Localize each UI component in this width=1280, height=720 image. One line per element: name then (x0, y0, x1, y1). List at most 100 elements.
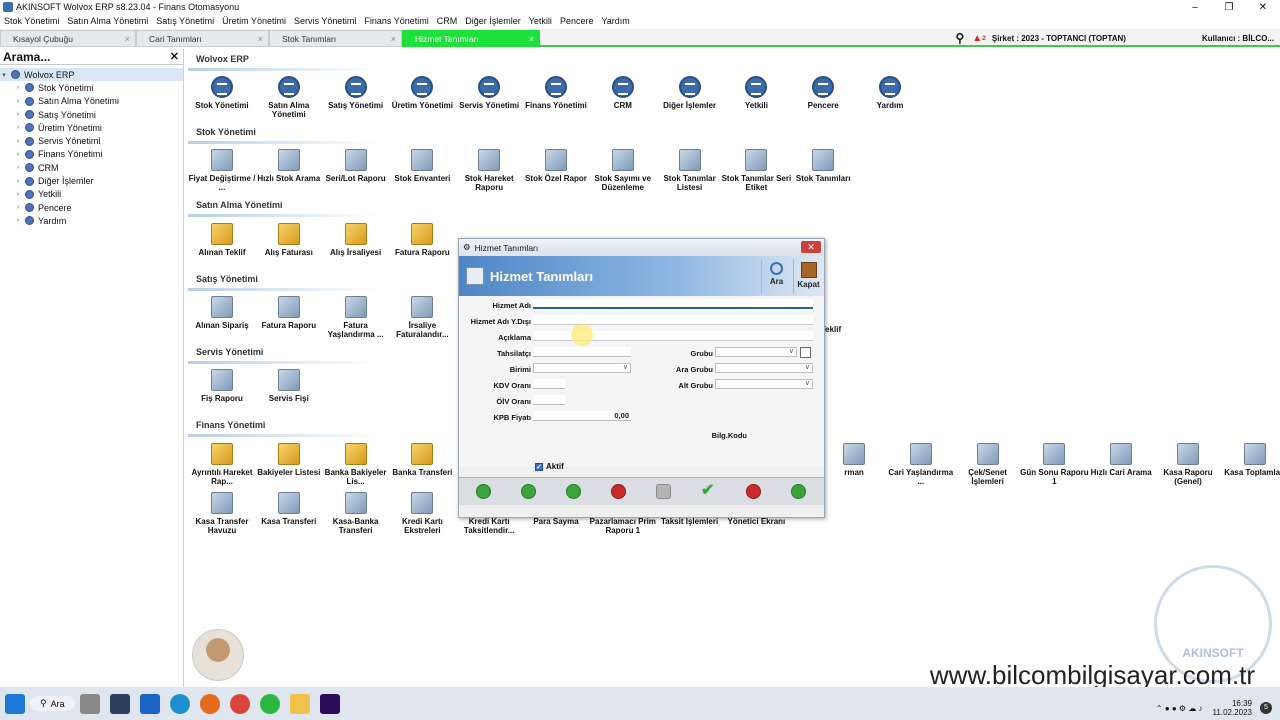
shortcut-item[interactable]: Kasa-Banka Transferi (321, 492, 391, 535)
dialog-close-button[interactable]: ✕ (801, 241, 821, 253)
taskbar-search[interactable]: ⚲ Ara (30, 696, 75, 711)
expand-icon[interactable]: › (14, 138, 22, 145)
menu-stok[interactable]: Stok Yönetimi (0, 16, 63, 26)
menu-yetkili[interactable]: Yetkili (525, 16, 556, 26)
tree-item-stok[interactable]: › Stok Yönetimi (0, 81, 183, 94)
folder-icon[interactable] (289, 693, 310, 714)
whatsapp-icon[interactable] (259, 693, 280, 714)
start-icon[interactable] (5, 693, 25, 714)
grubu-lookup-button[interactable] (800, 347, 811, 358)
shortcut-item[interactable]: Satın Alma Yönetimi (254, 76, 324, 119)
shortcut-item[interactable]: İrsaliye Faturalandır... (387, 296, 457, 339)
tahsilatci-input[interactable] (533, 347, 631, 357)
shortcut-item[interactable]: Fiş Raporu (187, 369, 257, 403)
shortcut-item[interactable]: Cari Yaşlandırma ... (886, 443, 956, 486)
shortcut-item[interactable]: Stok Envanteri (387, 149, 457, 183)
tree-item-yardim[interactable]: › Yardım (0, 214, 183, 227)
shortcut-item[interactable]: Banka Bakiyeler Lis... (321, 443, 391, 486)
kpb-input[interactable]: 0,00 (533, 411, 631, 421)
menu-servis[interactable]: Servis Yönetimi (290, 16, 360, 26)
shortcut-item[interactable]: Stok Özel Rapor (521, 149, 591, 183)
wolvox-icon[interactable] (109, 693, 130, 714)
menu-pencere[interactable]: Pencere (556, 16, 598, 26)
save-icon[interactable]: ✔ (701, 483, 716, 499)
tab-hizmet[interactable]: Hizmet Tanımları × (402, 30, 540, 47)
shortcut-item[interactable]: Alınan Sipariş (187, 296, 257, 330)
expand-icon[interactable]: › (14, 151, 22, 158)
alt-grubu-select[interactable] (715, 379, 813, 389)
hizmet-adi-input[interactable] (533, 299, 813, 309)
menu-finans[interactable]: Finans Yönetimi (360, 16, 432, 26)
tree-item-uretim[interactable]: › Üretim Yönetimi (0, 121, 183, 134)
shortcut-item[interactable]: Pencere (788, 76, 858, 110)
tree-item-satinalma[interactable]: › Satın Alma Yönetimi (0, 95, 183, 108)
menu-satis[interactable]: Satış Yönetimi (152, 16, 218, 26)
tree-item-servis[interactable]: › Servis Yönetimi (0, 134, 183, 147)
shortcut-item[interactable]: Gün Sonu Raporu 1 (1019, 443, 1089, 486)
tree-root[interactable]: ▾ Wolvox ERP (0, 68, 183, 82)
notification-badge[interactable]: 5 (1260, 702, 1272, 714)
kdv-input[interactable] (533, 379, 565, 389)
shortcut-item[interactable]: CRM (588, 76, 658, 110)
minimize-button[interactable]: – (1178, 0, 1212, 14)
shortcut-item[interactable]: Finans Yönetimi (521, 76, 591, 110)
close-icon[interactable]: ✕ (170, 50, 179, 63)
shortcut-item[interactable]: Alınan Teklif (187, 223, 257, 257)
ara-grubu-select[interactable] (715, 363, 813, 373)
delete-icon[interactable] (611, 484, 626, 499)
shortcut-item[interactable]: Kasa Raporu (Genel) (1153, 443, 1223, 486)
aktif-checkbox[interactable]: ✓ Aktif (535, 462, 564, 471)
tab-close-icon[interactable]: × (529, 34, 534, 44)
tab-close-icon[interactable]: × (391, 34, 396, 44)
refresh-icon[interactable] (791, 484, 806, 499)
premiere-icon[interactable] (319, 693, 340, 714)
shortcut-item[interactable]: Kasa Toplamları (1220, 443, 1280, 477)
shortcut-item[interactable]: Fatura Raporu (254, 296, 324, 330)
search-icon[interactable]: ⚲ (955, 31, 964, 45)
shortcut-item[interactable]: Seri/Lot Raporu (321, 149, 391, 183)
shortcut-item[interactable]: Yardım (855, 76, 925, 110)
menu-diger[interactable]: Diğer İşlemler (461, 16, 525, 26)
expand-icon[interactable]: › (14, 204, 22, 211)
tab-kisayol[interactable]: Kısayol Çubuğu × (0, 30, 136, 47)
shortcut-item[interactable]: Kasa Transferi (254, 492, 324, 526)
shortcut-item[interactable]: Stok Yönetimi (187, 76, 257, 110)
shortcut-item[interactable]: Stok Tanımlar Seri Etiket (721, 149, 791, 192)
sidebar-search[interactable]: Arama... ✕ (0, 49, 183, 65)
expand-icon[interactable]: › (14, 98, 22, 105)
collapse-icon[interactable]: ▾ (0, 71, 8, 79)
tray-icons[interactable]: ⌃ ● ● ⚙ ☁ ♪ (1156, 704, 1203, 713)
shortcut-item[interactable]: Alış Faturası (254, 223, 324, 257)
tree-item-pencere[interactable]: › Pencere (0, 201, 183, 214)
next-record-icon[interactable] (521, 484, 536, 499)
birimi-select[interactable] (533, 363, 631, 373)
expand-icon[interactable]: › (14, 124, 22, 131)
shortcut-item[interactable]: Stok Tanımlar Listesi (655, 149, 725, 192)
taskview-icon[interactable] (79, 693, 100, 714)
kapat-button[interactable]: Kapat (793, 259, 823, 294)
tab-cari[interactable]: Cari Tanımları × (136, 30, 269, 47)
expand-icon[interactable]: › (14, 191, 22, 198)
shortcut-item[interactable]: Üretim Yönetimi (387, 76, 457, 110)
maximize-button[interactable]: ❐ (1212, 0, 1246, 14)
shortcut-item[interactable]: Servis Fişi (254, 369, 324, 403)
shortcut-item[interactable]: Servis Yönetimi (454, 76, 524, 110)
shortcut-item[interactable]: Ayrıntılı Hareket Rap... (187, 443, 257, 486)
tab-close-icon[interactable]: × (125, 34, 130, 44)
tab-stok[interactable]: Stok Tanımları × (269, 30, 402, 47)
shortcut-item[interactable]: Hızlı Cari Arama (1086, 443, 1156, 477)
shortcut-item[interactable]: Bakiyeler Listesi (254, 443, 324, 477)
shortcut-item[interactable]: Satış Yönetimi (321, 76, 391, 110)
prev-record-icon[interactable] (476, 484, 491, 499)
oiv-input[interactable] (533, 395, 565, 405)
close-button[interactable]: ✕ (1246, 0, 1280, 14)
shortcut-item[interactable]: Kasa Transfer Havuzu (187, 492, 257, 535)
tree-item-finans[interactable]: › Finans Yönetimi (0, 148, 183, 161)
chrome-icon[interactable] (229, 693, 250, 714)
expand-icon[interactable]: › (14, 111, 22, 118)
shortcut-item[interactable]: Yetkili (721, 76, 791, 110)
tree-item-yetkili[interactable]: › Yetkili (0, 188, 183, 201)
shortcut-item[interactable]: Alış İrsaliyesi (321, 223, 391, 257)
shortcut-item[interactable]: Banka Transferi (387, 443, 457, 477)
edit-icon[interactable] (656, 484, 671, 499)
